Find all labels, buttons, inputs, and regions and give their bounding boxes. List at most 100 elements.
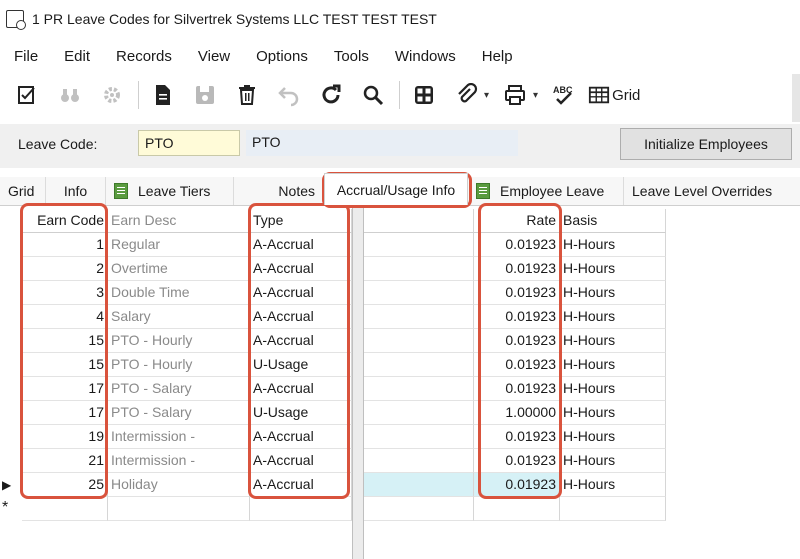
cell-basis[interactable]: H-Hours — [560, 257, 666, 281]
column-header-basis[interactable]: Basis — [560, 209, 666, 233]
tab-grid[interactable]: Grid — [0, 177, 46, 205]
cell-earn-desc[interactable]: Overtime — [108, 257, 250, 281]
cell-type[interactable]: A-Accrual — [250, 329, 352, 353]
cell-earn-code[interactable]: 3 — [22, 281, 108, 305]
cell-spacer[interactable] — [364, 473, 474, 497]
menu-options[interactable]: Options — [256, 48, 308, 65]
cell-rate[interactable]: 0.01923 — [474, 281, 560, 305]
tab-leave-tiers[interactable]: Leave Tiers — [106, 177, 234, 205]
search-icon[interactable] — [355, 80, 391, 110]
cell-type[interactable]: A-Accrual — [250, 473, 352, 497]
cell-basis[interactable]: H-Hours — [560, 449, 666, 473]
column-header-type[interactable]: Type — [250, 209, 352, 233]
tab-notes[interactable]: Notes — [234, 177, 324, 205]
cell-spacer[interactable] — [364, 449, 474, 473]
checklist-edit-icon[interactable] — [10, 80, 46, 110]
cell-type[interactable]: A-Accrual — [250, 305, 352, 329]
menu-records[interactable]: Records — [116, 48, 172, 65]
cell-earn-desc[interactable]: PTO - Salary — [108, 401, 250, 425]
binoculars-icon[interactable] — [52, 80, 88, 110]
cell-basis[interactable]: H-Hours — [560, 329, 666, 353]
refresh-icon[interactable] — [313, 80, 349, 110]
calculator-icon[interactable] — [406, 80, 442, 110]
cell-earn-desc[interactable]: Holiday — [108, 473, 250, 497]
spellcheck-icon[interactable]: ABC — [546, 80, 582, 110]
menu-help[interactable]: Help — [482, 48, 513, 65]
cell-basis[interactable]: H-Hours — [560, 353, 666, 377]
cell-type[interactable]: A-Accrual — [250, 449, 352, 473]
cell-rate[interactable]: 0.01923 — [474, 449, 560, 473]
new-row-cell-earn-code[interactable] — [22, 497, 108, 521]
cell-spacer[interactable] — [364, 353, 474, 377]
column-header-spacer[interactable] — [364, 209, 474, 233]
cell-earn-code[interactable]: 25 — [22, 473, 108, 497]
attach-icon[interactable] — [448, 80, 484, 110]
cell-earn-desc[interactable]: PTO - Hourly — [108, 329, 250, 353]
cell-earn-desc[interactable]: Salary — [108, 305, 250, 329]
cell-earn-desc[interactable]: Double Time — [108, 281, 250, 305]
menu-file[interactable]: File — [14, 48, 38, 65]
cell-rate[interactable]: 1.00000 — [474, 401, 560, 425]
initialize-employees-button[interactable]: Initialize Employees — [620, 128, 792, 160]
cell-basis[interactable]: H-Hours — [560, 401, 666, 425]
panel-splitter[interactable] — [352, 207, 364, 559]
new-row-cell-rate[interactable] — [474, 497, 560, 521]
gear-icon[interactable] — [94, 80, 130, 110]
cell-spacer[interactable] — [364, 281, 474, 305]
cell-rate[interactable]: 0.01923 — [474, 425, 560, 449]
cell-type[interactable]: U-Usage — [250, 401, 352, 425]
cell-earn-code[interactable]: 15 — [22, 353, 108, 377]
cell-spacer[interactable] — [364, 377, 474, 401]
delete-icon[interactable] — [229, 80, 265, 110]
tab-leave-level-overrides[interactable]: Leave Level Overrides — [624, 177, 800, 205]
cell-earn-code[interactable]: 17 — [22, 401, 108, 425]
menu-windows[interactable]: Windows — [395, 48, 456, 65]
column-header-earn-code[interactable]: Earn Code — [22, 209, 108, 233]
cell-spacer[interactable] — [364, 329, 474, 353]
cell-earn-code[interactable]: 2 — [22, 257, 108, 281]
cell-earn-code[interactable]: 17 — [22, 377, 108, 401]
cell-basis[interactable]: H-Hours — [560, 425, 666, 449]
cell-earn-code[interactable]: 21 — [22, 449, 108, 473]
cell-type[interactable]: A-Accrual — [250, 233, 352, 257]
new-row-cell-spacer[interactable] — [364, 497, 474, 521]
cell-type[interactable]: A-Accrual — [250, 281, 352, 305]
cell-rate[interactable]: 0.01923 — [474, 377, 560, 401]
attach-dropdown-chevron-down-icon[interactable]: ▾ — [484, 90, 489, 101]
cell-type[interactable]: U-Usage — [250, 353, 352, 377]
cell-spacer[interactable] — [364, 233, 474, 257]
new-row-cell-basis[interactable] — [560, 497, 666, 521]
tab-employee-leave[interactable]: Employee Leave — [468, 177, 624, 205]
menu-view[interactable]: View — [198, 48, 230, 65]
cell-earn-code[interactable]: 1 — [22, 233, 108, 257]
menu-edit[interactable]: Edit — [64, 48, 90, 65]
cell-basis[interactable]: H-Hours — [560, 305, 666, 329]
cell-earn-desc[interactable]: Intermission - — [108, 449, 250, 473]
cell-rate[interactable]: 0.01923 — [474, 305, 560, 329]
cell-rate[interactable]: 0.01923 — [474, 353, 560, 377]
new-row-cell-type[interactable] — [250, 497, 352, 521]
print-dropdown-chevron-down-icon[interactable]: ▾ — [533, 90, 538, 101]
cell-spacer[interactable] — [364, 425, 474, 449]
column-header-earn-desc[interactable]: Earn Desc — [108, 209, 250, 233]
cell-basis[interactable]: H-Hours — [560, 281, 666, 305]
cell-rate[interactable]: 0.01923 — [474, 473, 560, 497]
new-document-icon[interactable] — [145, 80, 181, 110]
undo-icon[interactable] — [271, 80, 307, 110]
cell-earn-desc[interactable]: PTO - Salary — [108, 377, 250, 401]
cell-type[interactable]: A-Accrual — [250, 257, 352, 281]
cell-rate[interactable]: 0.01923 — [474, 233, 560, 257]
cell-earn-desc[interactable]: Intermission - — [108, 425, 250, 449]
column-header-rate[interactable]: Rate — [474, 209, 560, 233]
cell-type[interactable]: A-Accrual — [250, 377, 352, 401]
menu-tools[interactable]: Tools — [334, 48, 369, 65]
leave-code-input[interactable]: PTO — [138, 130, 240, 156]
cell-earn-code[interactable]: 4 — [22, 305, 108, 329]
cell-type[interactable]: A-Accrual — [250, 425, 352, 449]
print-icon[interactable] — [497, 80, 533, 110]
save-icon[interactable] — [187, 80, 223, 110]
cell-spacer[interactable] — [364, 305, 474, 329]
cell-earn-code[interactable]: 15 — [22, 329, 108, 353]
cell-spacer[interactable] — [364, 401, 474, 425]
new-row-cell-earn-desc[interactable] — [108, 497, 250, 521]
